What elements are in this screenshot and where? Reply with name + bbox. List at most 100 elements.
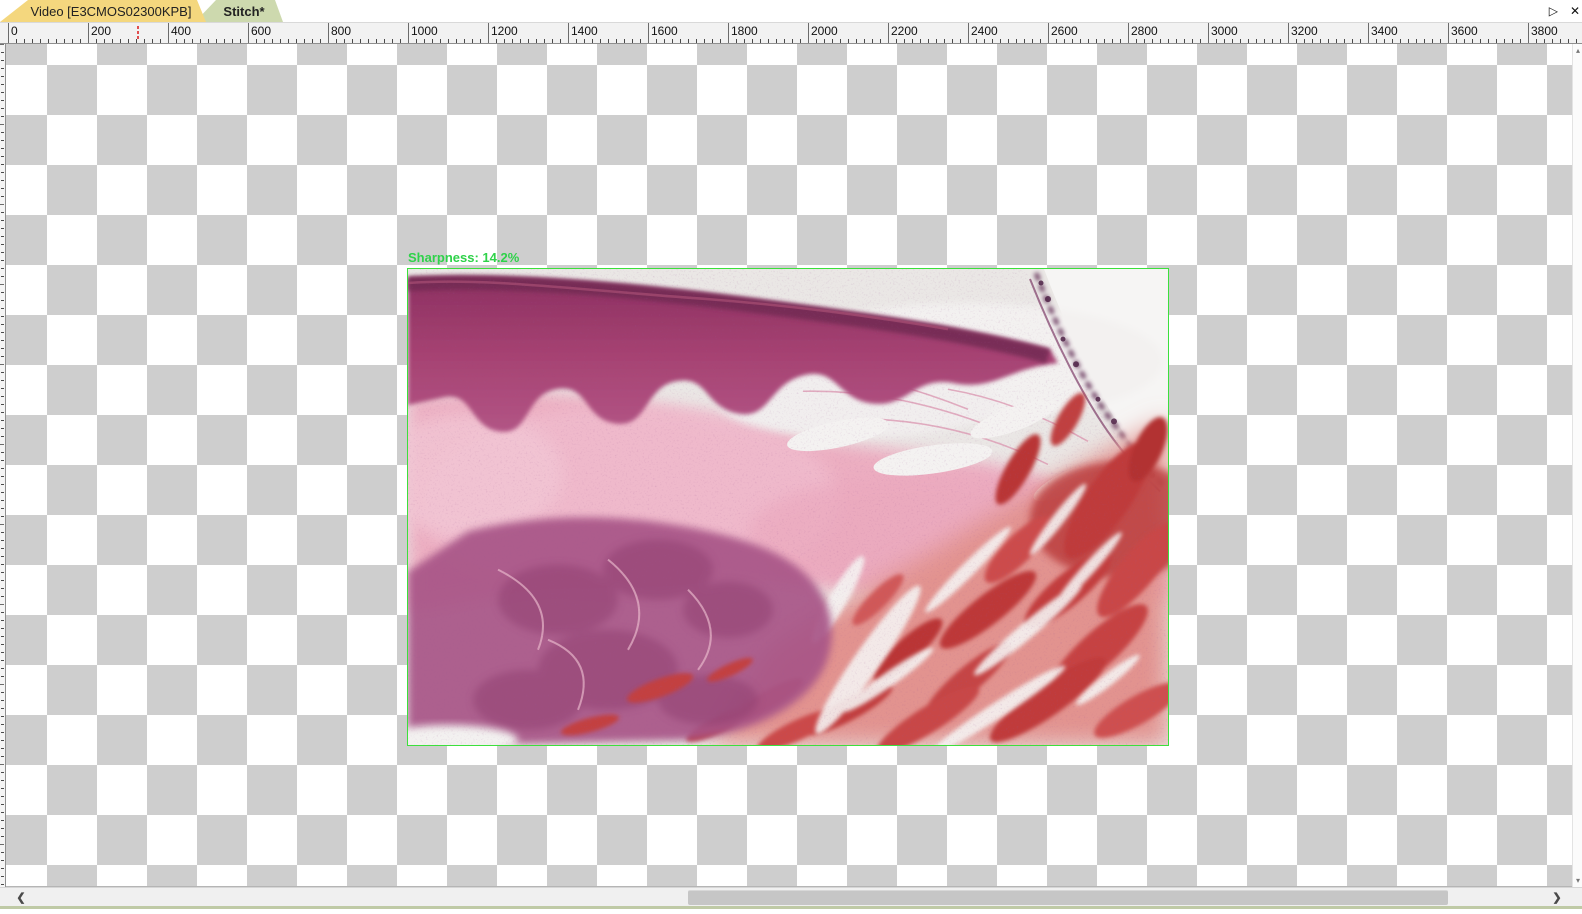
- ruler-tick: [1112, 39, 1113, 43]
- ruler-tick: [552, 39, 553, 43]
- ruler-tick: [1, 820, 4, 821]
- ruler-tick: [0, 364, 4, 365]
- ruler-tick: [1, 548, 4, 549]
- ruler-tick: [360, 39, 361, 43]
- ruler-tick: [1, 260, 4, 261]
- ruler-tick: [320, 39, 321, 43]
- ruler-tick: [1488, 39, 1489, 43]
- ruler-tick: [960, 39, 961, 43]
- vertical-scrollbar[interactable]: ▴ ▾: [1572, 44, 1582, 887]
- sharpness-readout: Sharpness: 14.2%: [408, 250, 519, 265]
- ruler-tick: [1, 796, 4, 797]
- ruler-tick: [1, 276, 4, 277]
- scroll-left-icon[interactable]: ❮: [8, 888, 34, 907]
- ruler-tick: [1, 316, 4, 317]
- ruler-label: 3200: [1291, 24, 1318, 38]
- ruler-tick: [760, 39, 761, 43]
- ruler-tick: [200, 39, 201, 43]
- ruler-tick: [1056, 39, 1057, 43]
- ruler-tick: [1352, 39, 1353, 43]
- ruler-tick: [1456, 39, 1457, 43]
- stitch-canvas-viewport[interactable]: Sharpness: 14.2%: [6, 44, 1572, 887]
- close-tab-icon[interactable]: ✕: [1570, 0, 1580, 22]
- ruler-tick: [32, 39, 33, 43]
- ruler-tick: [1, 756, 4, 757]
- ruler-tick: [512, 39, 513, 43]
- ruler-tick: [216, 39, 217, 43]
- scrollbar-thumb[interactable]: [688, 890, 1448, 905]
- ruler-tick: [1, 516, 4, 517]
- ruler-tick: [1400, 39, 1401, 43]
- ruler-tick: [1120, 39, 1121, 43]
- ruler-tick: [1008, 39, 1009, 43]
- ruler-tick: [1544, 39, 1545, 43]
- ruler-tick: [1, 556, 4, 557]
- ruler-tick: [1, 836, 4, 837]
- ruler-tick: [704, 39, 705, 43]
- ruler-tick: [0, 444, 4, 445]
- ruler-tick: [376, 39, 377, 43]
- ruler-label: 1200: [491, 24, 518, 38]
- ruler-tick: [312, 39, 313, 43]
- ruler-tick: [1, 708, 4, 709]
- scroll-tabs-right-icon[interactable]: ▷: [1549, 0, 1558, 22]
- ruler-tick: [1, 612, 4, 613]
- tab-video-camera[interactable]: Video [E3CMOS02300KPB]: [0, 0, 206, 22]
- ruler-tick: [1, 788, 4, 789]
- ruler-tick: [1, 68, 4, 69]
- ruler-tick: [1, 356, 4, 357]
- ruler-tick: [1, 588, 4, 589]
- ruler-tick: [1, 508, 4, 509]
- ruler-label: 3000: [1211, 24, 1238, 38]
- ruler-tick: [16, 39, 17, 43]
- ruler-tick: [464, 39, 465, 43]
- ruler-tick: [1, 140, 4, 141]
- ruler-tick: [80, 39, 81, 43]
- ruler-tick: [1264, 39, 1265, 43]
- ruler-tick: [1, 572, 4, 573]
- ruler-tick: [120, 39, 121, 43]
- scroll-right-icon[interactable]: ❯: [1544, 888, 1570, 907]
- horizontal-scrollbar[interactable]: ❮ ❯: [0, 887, 1582, 906]
- ruler-label: 1400: [571, 24, 598, 38]
- ruler-tick: [1576, 39, 1577, 43]
- ruler-tick: [1152, 39, 1153, 43]
- scroll-down-icon[interactable]: ▾: [1573, 876, 1582, 885]
- ruler-tick: [1064, 39, 1065, 43]
- ruler-tick: [912, 39, 913, 43]
- ruler-label: 1600: [651, 24, 678, 38]
- ruler-tick: [1, 268, 4, 269]
- ruler-tick: [488, 23, 489, 43]
- ruler-tick: [128, 39, 129, 43]
- ruler-tick: [1, 644, 4, 645]
- stitched-image-frame: [407, 268, 1169, 746]
- ruler-tick: [1216, 39, 1217, 43]
- ruler-tick: [1, 460, 4, 461]
- ruler-tick: [1, 132, 4, 133]
- ruler-tick: [688, 39, 689, 43]
- tab-stitch[interactable]: Stitch*: [195, 0, 283, 22]
- ruler-tick: [1496, 39, 1497, 43]
- ruler-tick: [88, 23, 89, 43]
- ruler-label: 600: [251, 24, 271, 38]
- ruler-tick: [280, 39, 281, 43]
- ruler-tick: [224, 39, 225, 43]
- ruler-tick: [1144, 39, 1145, 43]
- ruler-tick: [840, 39, 841, 43]
- ruler-tick: [152, 39, 153, 43]
- ruler-tick: [1048, 23, 1049, 43]
- ruler-tick: [160, 39, 161, 43]
- ruler-tick: [848, 39, 849, 43]
- ruler-tick: [1256, 39, 1257, 43]
- ruler-tick: [1104, 39, 1105, 43]
- ruler-tick: [1, 164, 4, 165]
- ruler-tick: [1, 420, 4, 421]
- ruler-tick: [872, 39, 873, 43]
- ruler-tick: [744, 39, 745, 43]
- ruler-tick: [520, 39, 521, 43]
- ruler-tick: [208, 39, 209, 43]
- ruler-tick: [1080, 39, 1081, 43]
- ruler-tick: [1, 188, 4, 189]
- ruler-tick: [1336, 39, 1337, 43]
- scroll-up-icon[interactable]: ▴: [1573, 46, 1582, 55]
